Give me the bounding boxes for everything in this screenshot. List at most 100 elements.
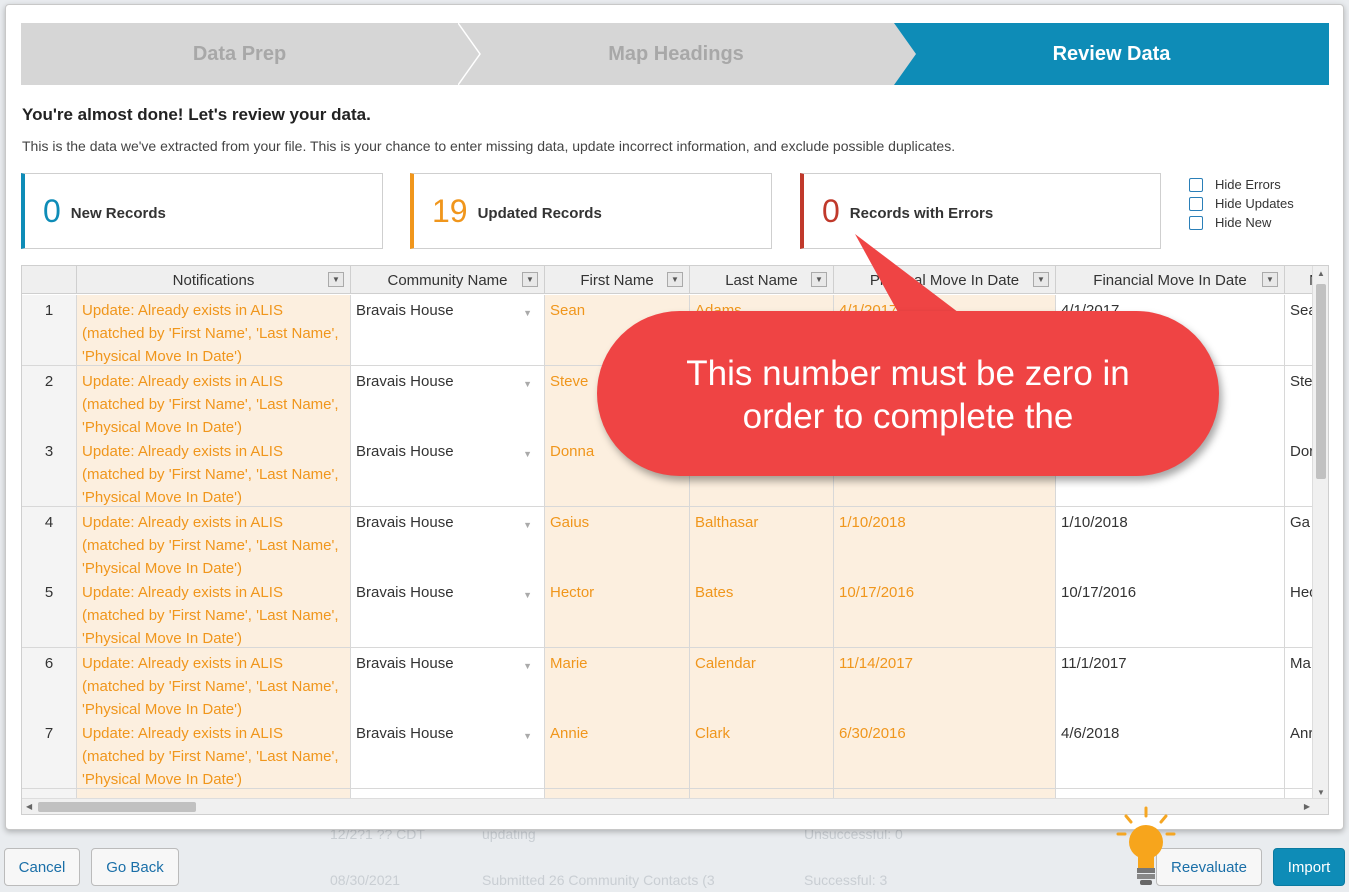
last-name-cell[interactable]: Balthasar [690, 506, 834, 577]
first-name-cell[interactable]: Hector [545, 577, 690, 647]
first-name-cell[interactable]: Gaius [545, 506, 690, 577]
financial-move-in-cell[interactable]: 1/10/2018 [1056, 506, 1285, 577]
step-map-headings[interactable]: Map Headings [458, 23, 894, 85]
updated-records-label: Updated Records [477, 204, 602, 222]
first-name-value: Annie [550, 725, 589, 742]
physical-move-in-value: 1/10/2018 [839, 513, 906, 531]
go-back-button[interactable]: Go Back [91, 848, 179, 886]
notification-text: Update: Already exists in ALIS [82, 302, 283, 319]
community-dropdown-icon[interactable]: ▼ [523, 373, 532, 396]
grid-header: Notifications ▼ Community Name ▼ First Name ▼… [22, 266, 1328, 294]
table-row[interactable]: 4 Update: Already exists in ALIS (matched … [22, 506, 1328, 578]
table-row[interactable]: 5 Update: Already exists in ALIS (matched … [22, 577, 1328, 648]
physical-move-in-cell[interactable]: 10/17/2016 [834, 577, 1056, 647]
column-filter-icon[interactable]: ▼ [328, 272, 344, 287]
vertical-scroll-thumb[interactable] [1316, 284, 1326, 479]
financial-move-in-cell[interactable]: 10/17/2016 [1056, 577, 1285, 647]
first-name-cell[interactable]: Annie [545, 718, 690, 788]
bg-date-2: 08/30/2021 [330, 872, 401, 888]
step-review-data[interactable]: Review Data [894, 23, 1329, 85]
scroll-right-icon[interactable]: ▶ [1304, 802, 1310, 811]
column-filter-icon[interactable]: ▼ [811, 272, 827, 287]
last-name-cell[interactable]: Clark [690, 718, 834, 788]
callout-line-1: This number must be zero in [686, 354, 1130, 393]
row-number-cell: 7 [22, 718, 77, 788]
column-header-label: Physical Move In Date [869, 271, 1020, 289]
first-name-value: Steve [550, 372, 589, 390]
hide-errors-filter[interactable]: Hide Errors [1189, 175, 1294, 194]
error-records-count: 0 [822, 192, 840, 229]
first-name-value: Sean [550, 302, 586, 319]
community-dropdown-icon[interactable]: ▼ [523, 443, 532, 466]
last-name-value: Balthasar [695, 513, 759, 531]
row-number: 7 [44, 725, 54, 742]
hide-errors-checkbox[interactable] [1189, 177, 1203, 192]
column-header-last-name[interactable]: Last Name ▼ [690, 266, 834, 294]
community-dropdown-icon[interactable]: ▼ [523, 514, 532, 537]
notification-cell[interactable]: Update: Already exists in ALIS (matched b… [77, 647, 351, 718]
community-name-cell[interactable]: Bravais House ▼ [351, 647, 545, 718]
physical-move-in-cell[interactable]: 6/30/2016 [834, 718, 1056, 788]
community-dropdown-icon[interactable]: ▼ [523, 725, 532, 748]
notification-cell[interactable]: Update: Already exists in ALIS (matched b… [77, 365, 351, 436]
horizontal-scroll-thumb[interactable] [38, 802, 196, 812]
column-header-notifications[interactable]: Notifications ▼ [77, 266, 351, 294]
community-dropdown-icon[interactable]: ▼ [523, 655, 532, 678]
column-header-financial-move-in-date[interactable]: Financial Move In Date ▼ [1056, 266, 1285, 294]
column-filter-icon[interactable]: ▼ [667, 272, 683, 287]
row-number: 2 [44, 372, 54, 390]
step-data-prep[interactable]: Data Prep [21, 23, 458, 85]
community-name-cell[interactable]: Bravais House ▼ [351, 506, 545, 577]
column-header-community-name[interactable]: Community Name ▼ [351, 266, 545, 294]
financial-move-in-cell[interactable]: 11/1/2017 [1056, 647, 1285, 718]
notification-cell[interactable]: Update: Already exists in ALIS (matched b… [77, 718, 351, 788]
next-column-value: Dor [1290, 443, 1315, 460]
notification-cell[interactable]: Update: Already exists in ALIS (matched b… [77, 506, 351, 577]
cancel-button[interactable]: Cancel [4, 848, 80, 886]
community-name-value: Bravais House [356, 654, 454, 672]
updated-records-count: 19 [432, 192, 468, 229]
notification-text: Update: Already exists in ALIS [82, 654, 283, 672]
last-name-value: Calendar [695, 654, 756, 672]
column-header-physical-move-in-date[interactable]: Physical Move In Date ▼ [834, 266, 1056, 294]
community-name-cell[interactable]: Bravais House ▼ [351, 365, 545, 436]
financial-move-in-cell[interactable]: 4/6/2018 [1056, 718, 1285, 788]
physical-move-in-cell[interactable]: 1/10/2018 [834, 506, 1056, 577]
community-name-value: Bravais House [356, 584, 454, 601]
hide-updates-filter[interactable]: Hide Updates [1189, 194, 1294, 213]
scroll-down-icon[interactable]: ▼ [1317, 788, 1325, 797]
column-filter-icon[interactable]: ▼ [1262, 272, 1278, 287]
last-name-value: Clark [695, 725, 731, 742]
last-name-value: Bates [695, 584, 734, 601]
row-number-cell: 3 [22, 436, 77, 506]
vertical-scrollbar[interactable]: ▲ ▼ [1312, 266, 1328, 800]
column-filter-icon[interactable]: ▼ [1033, 272, 1049, 287]
updated-records-card: 19 Updated Records [410, 173, 772, 249]
last-name-cell[interactable]: Calendar [690, 647, 834, 718]
scroll-left-icon[interactable]: ◀ [26, 802, 32, 811]
notification-cell[interactable]: Update: Already exists in ALIS (matched b… [77, 436, 351, 506]
table-row[interactable]: 7 Update: Already exists in ALIS (matched … [22, 718, 1328, 789]
last-name-cell[interactable]: Bates [690, 577, 834, 647]
notification-cell[interactable]: Update: Already exists in ALIS (matched b… [77, 295, 351, 365]
hide-new-filter[interactable]: Hide New [1189, 213, 1294, 232]
community-name-cell[interactable]: Bravais House ▼ [351, 436, 545, 506]
community-name-cell[interactable]: Bravais House ▼ [351, 295, 545, 365]
first-name-cell[interactable]: Marie [545, 647, 690, 718]
hide-updates-checkbox[interactable] [1189, 196, 1203, 211]
hide-new-checkbox[interactable] [1189, 215, 1203, 230]
community-name-cell[interactable]: Bravais House ▼ [351, 577, 545, 647]
community-dropdown-icon[interactable]: ▼ [523, 302, 532, 325]
notification-cell[interactable]: Update: Already exists in ALIS (matched b… [77, 577, 351, 647]
import-button[interactable]: Import [1273, 848, 1345, 886]
column-filter-icon[interactable]: ▼ [522, 272, 538, 287]
hide-errors-label: Hide Errors [1215, 177, 1281, 192]
physical-move-in-cell[interactable]: 11/14/2017 [834, 647, 1056, 718]
table-row[interactable]: 6 Update: Already exists in ALIS (matched … [22, 647, 1328, 719]
scroll-up-icon[interactable]: ▲ [1317, 269, 1325, 278]
community-name-value: Bravais House [356, 725, 454, 742]
column-header-first-name[interactable]: First Name ▼ [545, 266, 690, 294]
row-number: 4 [44, 513, 54, 531]
community-name-cell[interactable]: Bravais House ▼ [351, 718, 545, 788]
community-dropdown-icon[interactable]: ▼ [523, 584, 532, 607]
